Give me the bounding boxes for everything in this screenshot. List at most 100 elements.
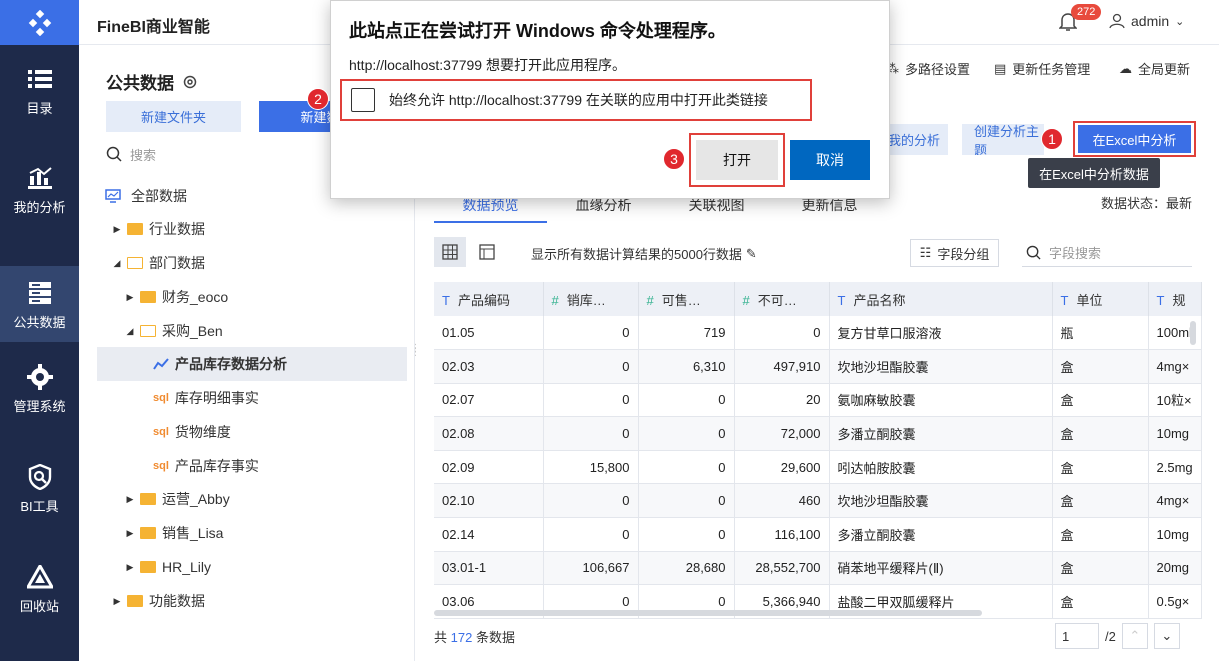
page-input[interactable]: 1: [1055, 623, 1099, 649]
column-label: 可售…: [661, 292, 701, 308]
task-icon: ▤: [994, 60, 1007, 76]
table-row[interactable]: 02.07 0 0 20 氨咖麻敏胶囊盒 10粒×: [434, 383, 1202, 418]
tree-label: 全部数据: [131, 188, 187, 204]
tree-item[interactable]: ◢ 部门数据: [111, 246, 421, 280]
prev-page-button[interactable]: ⌃: [1121, 623, 1148, 649]
tree-item[interactable]: ▶ HR_Lily: [124, 550, 434, 584]
table-cell: 02.10: [434, 483, 544, 519]
layout-icon: [479, 244, 495, 260]
calc-setting[interactable]: 显示所有数据计算结果的5000行数据 ✎: [531, 244, 757, 263]
nav-item-public-data[interactable]: 公共数据: [0, 266, 79, 342]
table-row[interactable]: 02.03 0 6,310 497,910 坎地沙坦酯胶囊盒 4mg×: [434, 349, 1202, 384]
caret-right-icon[interactable]: ▶: [111, 224, 123, 235]
table-row[interactable]: 01.05 0 719 0 复方甘草口服溶液瓶 100ml: [434, 316, 1202, 351]
caret-right-icon[interactable]: ▶: [124, 528, 136, 539]
next-page-button[interactable]: ⌄: [1153, 623, 1180, 649]
settings-icon[interactable]: [182, 74, 198, 90]
row-count-number: 172: [450, 630, 473, 645]
cancel-button[interactable]: 取消: [790, 140, 870, 180]
table-cell: 盒: [1052, 416, 1149, 451]
folder-icon: [127, 595, 143, 607]
field-group-button[interactable]: ☷ 字段分组: [910, 239, 999, 267]
table-cell: 15,800: [543, 450, 639, 485]
vertical-scrollbar[interactable]: [1190, 321, 1196, 345]
column-label: 不可…: [757, 292, 797, 308]
excel-highlight: 在Excel中分析: [1073, 121, 1196, 157]
tree-item[interactable]: ▶ 行业数据: [111, 212, 421, 246]
folder-open-icon: [127, 257, 143, 269]
dialog-message: http://localhost:37799 想要打开此应用程序。: [349, 57, 626, 73]
caret-right-icon[interactable]: ▶: [124, 562, 136, 573]
table-row[interactable]: 03.01-1 106,667 28,680 28,552,700 硝苯地平缓释片(Ⅱ)…: [434, 551, 1202, 586]
table-cell: 02.08: [434, 416, 544, 451]
nav-rail: 目录 我的分析 公共数据 管理系统 BI工具 回收站: [0, 0, 79, 661]
nav-item-recycle[interactable]: 回收站: [0, 550, 79, 626]
horizontal-scrollbar[interactable]: [434, 610, 982, 616]
open-button[interactable]: 打开: [696, 140, 778, 180]
nav-item-catalog[interactable]: 目录: [0, 52, 79, 128]
tree-item[interactable]: ▶ 销售_Lisa: [124, 516, 434, 550]
tree-item[interactable]: ▶ 功能数据: [111, 584, 421, 618]
table-row[interactable]: 02.14 0 0 116,100 多潘立酮胶囊盒 10mg: [434, 517, 1202, 552]
folder-icon: [140, 527, 156, 539]
toolbar-label: 多路径设置: [905, 62, 971, 77]
number-type-icon: #: [742, 292, 750, 308]
table-cell: 坎地沙坦酯胶囊: [829, 483, 1053, 519]
toolbar-label: 全局更新: [1138, 62, 1191, 77]
tree-label: 财务_eoco: [162, 289, 229, 305]
table-cell: 盒: [1052, 584, 1149, 619]
update-task-button[interactable]: ▤ 更新任务管理: [994, 59, 1090, 78]
column-header[interactable]: # 销库…: [543, 282, 639, 316]
column-header[interactable]: # 不可…: [734, 282, 830, 316]
tree-label: HR_Lily: [162, 559, 212, 575]
nav-item-bi-tools[interactable]: BI工具: [0, 450, 79, 526]
app-logo[interactable]: [0, 0, 79, 45]
nav-item-my-analysis[interactable]: 我的分析: [0, 151, 79, 227]
sql-icon: sql: [153, 392, 169, 404]
table-cell: 20: [734, 383, 830, 418]
table-cell: 29,600: [734, 450, 830, 485]
column-header[interactable]: T 产品名称: [829, 282, 1053, 316]
column-label: 单位: [1076, 292, 1103, 308]
table-row[interactable]: 02.09 15,800 0 29,600 吲达帕胺胶囊盒 2.5mg: [434, 450, 1202, 485]
field-search-input[interactable]: 字段搜索: [1022, 239, 1192, 267]
search-placeholder: 搜索: [130, 147, 157, 163]
table-row[interactable]: 02.08 0 0 72,000 多潘立酮胶囊盒 10mg: [434, 416, 1202, 451]
monitor-icon: [105, 189, 121, 203]
column-header[interactable]: T规: [1148, 282, 1202, 316]
caret-right-icon[interactable]: ▶: [124, 494, 136, 505]
caret-right-icon[interactable]: ▶: [124, 292, 136, 303]
tree-item[interactable]: ▶ 运营_Abby: [124, 482, 434, 516]
sql-icon: sql: [153, 460, 169, 472]
column-header[interactable]: # 可售…: [638, 282, 735, 316]
table-cell: 460: [734, 483, 830, 519]
always-allow-label: 始终允许 http://localhost:37799 在关联的应用中打开此类链…: [389, 92, 768, 108]
nav-item-management[interactable]: 管理系统: [0, 350, 79, 426]
field-group-icon: ☷: [919, 245, 932, 260]
nav-label: BI工具: [20, 498, 59, 514]
multi-path-button[interactable]: ⁂ 多路径设置: [886, 59, 970, 78]
user-menu[interactable]: admin ⌄: [1109, 13, 1184, 29]
analyze-in-excel-button[interactable]: 在Excel中分析: [1078, 125, 1191, 153]
layout-view-button[interactable]: [471, 237, 503, 267]
chart-icon: [27, 166, 52, 189]
caret-down-icon[interactable]: ◢: [111, 258, 123, 269]
tree-label: 行业数据: [149, 221, 205, 237]
global-update-button[interactable]: ☁ 全局更新: [1119, 59, 1190, 78]
always-allow-checkbox[interactable]: [351, 88, 375, 112]
tree-item[interactable]: ◢ 采购_Ben: [124, 314, 434, 348]
grid-view-button[interactable]: [434, 237, 466, 267]
dialog-title: 此站点正在尝试打开 Windows 命令处理程序。: [349, 21, 726, 41]
table-cell: 盒: [1052, 450, 1149, 485]
tree-item-selected[interactable]: 产品库存数据分析: [97, 347, 407, 381]
table-row[interactable]: 02.10 0 0 460 坎地沙坦酯胶囊盒 4mg×: [434, 483, 1202, 519]
table-cell: 03.01-1: [434, 551, 544, 586]
new-folder-button[interactable]: 新建文件夹: [106, 101, 241, 132]
tree-item[interactable]: ▶ 财务_eoco: [124, 280, 434, 314]
column-header[interactable]: T 产品编码: [434, 282, 544, 316]
caret-right-icon[interactable]: ▶: [111, 596, 123, 607]
table-cell: 02.07: [434, 383, 544, 418]
create-subject-button[interactable]: 创建分析主题: [962, 124, 1044, 155]
column-header[interactable]: T 单位: [1052, 282, 1149, 316]
caret-down-icon[interactable]: ◢: [124, 326, 136, 337]
